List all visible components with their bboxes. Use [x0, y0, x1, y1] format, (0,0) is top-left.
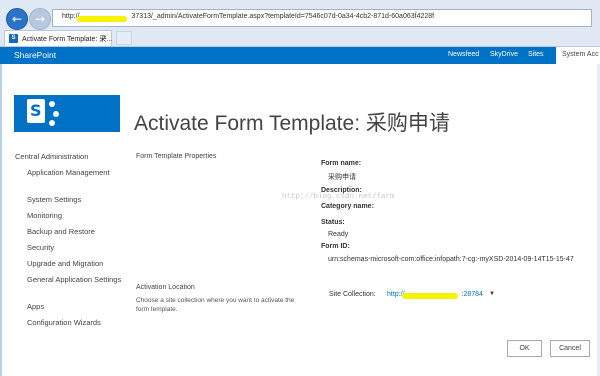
chevron-down-icon[interactable]: ▼ — [489, 291, 495, 297]
status-label: Status: — [321, 219, 345, 226]
quick-launch-heading[interactable]: Central Administration — [15, 152, 88, 161]
browser-chrome: ← → http://37313/_admin/ActivateFormTemp… — [0, 0, 600, 47]
suite-bar: SharePoint Newsfeed SkyDrive Sites Syste… — [0, 47, 600, 64]
watermark-text: http://blog.csdn.net/farm — [282, 193, 395, 201]
category-label: Category name: — [321, 203, 374, 210]
activation-description: Choose a site collection where you want … — [136, 297, 295, 313]
quick-launch-item-backup-restore[interactable]: Backup and Restore — [27, 227, 123, 237]
logo-node-icon — [53, 111, 59, 117]
forward-icon[interactable]: → — [29, 8, 51, 30]
suite-link-newsfeed[interactable]: Newsfeed — [448, 51, 479, 58]
new-tab-button[interactable] — [116, 31, 132, 45]
site-redaction-mark — [402, 293, 458, 299]
site-collection-port: :28784 — [461, 291, 483, 298]
site-collection-label: Site Collection: — [329, 291, 376, 298]
logo-node-icon — [49, 120, 55, 126]
suite-link-skydrive[interactable]: SkyDrive — [490, 51, 518, 58]
logo-node-icon — [49, 101, 55, 107]
quick-launch-item-system-settings[interactable]: System Settings — [27, 195, 123, 205]
quick-launch-item-apps[interactable]: Apps — [27, 302, 123, 312]
form-id-label: Form ID: — [321, 243, 350, 250]
cancel-button[interactable]: Cancel — [550, 340, 590, 357]
sharepoint-favicon-icon: S — [9, 34, 18, 43]
window-left-edge — [0, 64, 2, 376]
quick-launch-item-upgrade-migration[interactable]: Upgrade and Migration — [27, 259, 123, 269]
user-name: System Acc — [562, 51, 599, 58]
quick-launch-item-monitoring[interactable]: Monitoring — [27, 211, 123, 221]
sharepoint-s-icon: S — [27, 99, 45, 123]
page-title: Activate Form Template: 采购申请 — [134, 112, 450, 135]
user-menu[interactable]: System Acc — [556, 47, 600, 64]
ok-button[interactable]: OK — [507, 340, 542, 357]
suite-brand[interactable]: SharePoint — [14, 50, 56, 60]
address-bar[interactable]: http://37313/_admin/ActivateFormTemplate… — [52, 9, 592, 27]
quick-launch-item-general-settings[interactable]: General Application Settings — [27, 275, 123, 285]
properties-section-label: Form Template Properties — [136, 153, 217, 160]
quick-launch-item-security[interactable]: Security — [27, 243, 123, 253]
address-redaction-mark — [77, 16, 127, 22]
browser-tab[interactable]: S Activate Form Template: 采... × — [4, 30, 112, 46]
status-value: Ready — [328, 231, 349, 238]
close-tab-icon[interactable]: × — [102, 33, 107, 42]
logo-letter: S — [30, 101, 42, 120]
tab-title: Activate Form Template: 采... — [22, 36, 113, 43]
form-name-label: Form name: — [321, 160, 362, 167]
activation-section-label: Activation Location — [136, 284, 195, 291]
back-icon[interactable]: ← — [6, 8, 28, 30]
form-name-value: 采购申请 — [328, 174, 356, 181]
form-id-value: urn:schemas-microsoft-com:office:infopat… — [328, 256, 574, 263]
sharepoint-logo[interactable]: S — [14, 95, 120, 132]
quick-launch-item-configuration-wizards[interactable]: Configuration Wizards — [27, 318, 123, 328]
suite-link-sites[interactable]: Sites — [528, 51, 544, 58]
address-url-rest: 37313/_admin/ActivateFormTemplate.aspx?t… — [131, 13, 435, 20]
quick-launch-item-application-management[interactable]: Application Management — [27, 168, 123, 178]
